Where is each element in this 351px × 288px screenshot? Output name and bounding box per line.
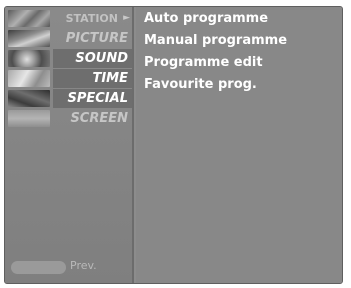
prev-label: Prev. bbox=[70, 259, 97, 272]
menu-item-station[interactable]: STATION ► bbox=[5, 9, 132, 28]
prev-button-icon[interactable] bbox=[11, 261, 66, 274]
station-icon bbox=[8, 10, 50, 27]
time-icon bbox=[8, 70, 50, 87]
submenu-panel: Auto programme Manual programme Programm… bbox=[136, 7, 342, 283]
main-menu: STATION ► PICTURE SOUND TIME SPECIAL SCR… bbox=[5, 7, 134, 283]
tv-osd-menu: STATION ► PICTURE SOUND TIME SPECIAL SCR… bbox=[4, 6, 343, 284]
menu-item-label: SPECIAL bbox=[67, 91, 129, 106]
arrow-right-icon: ► bbox=[123, 13, 130, 23]
menu-item-label: SCREEN bbox=[70, 111, 128, 126]
submenu-item-auto-programme[interactable]: Auto programme bbox=[144, 9, 342, 29]
submenu-item-programme-edit[interactable]: Programme edit bbox=[144, 53, 342, 73]
picture-icon bbox=[8, 30, 50, 47]
screen-icon bbox=[8, 110, 50, 127]
menu-item-label: PICTURE bbox=[65, 31, 128, 46]
menu-item-time[interactable]: TIME bbox=[5, 69, 132, 88]
menu-item-special[interactable]: SPECIAL bbox=[5, 89, 132, 108]
menu-item-picture[interactable]: PICTURE bbox=[5, 29, 132, 48]
menu-item-label: STATION bbox=[65, 12, 118, 25]
menu-item-label: SOUND bbox=[75, 51, 128, 66]
sound-icon bbox=[8, 50, 50, 67]
menu-item-screen[interactable]: SCREEN bbox=[5, 109, 132, 128]
submenu-item-manual-programme[interactable]: Manual programme bbox=[144, 31, 342, 51]
menu-item-sound[interactable]: SOUND bbox=[5, 49, 132, 68]
special-icon bbox=[8, 90, 50, 107]
submenu-item-favourite-prog[interactable]: Favourite prog. bbox=[144, 75, 342, 95]
menu-item-label: TIME bbox=[92, 71, 128, 86]
